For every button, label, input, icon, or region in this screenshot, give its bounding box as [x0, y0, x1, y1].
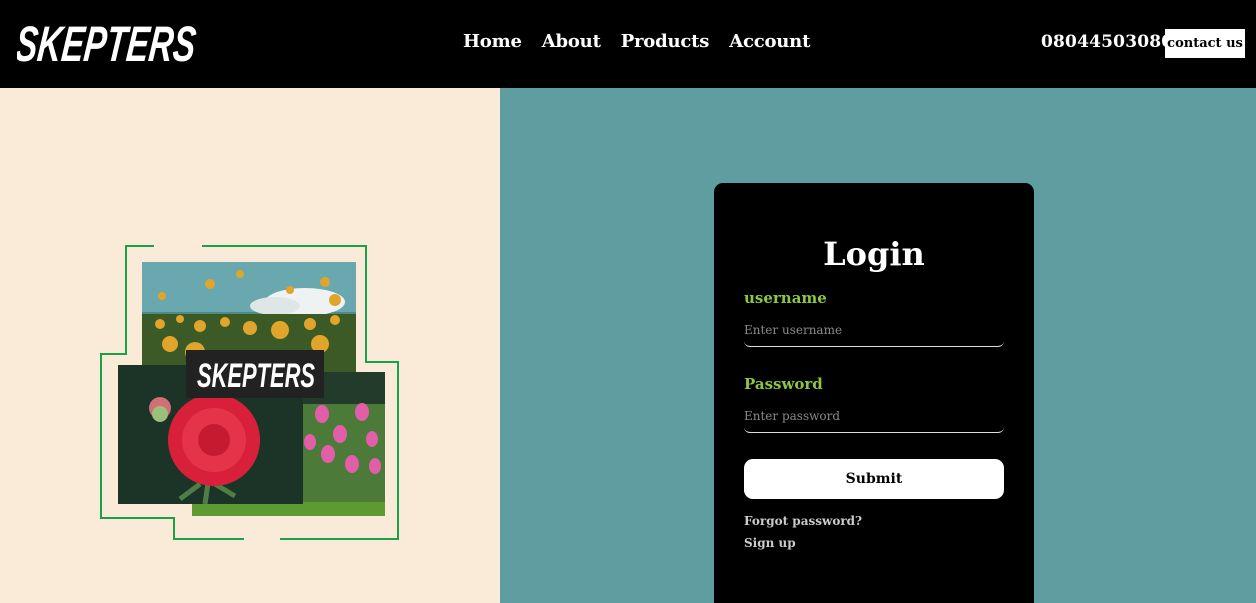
- login-title: Login: [823, 235, 925, 273]
- header: SKEPTERS Home About Products Account 080…: [0, 0, 1256, 88]
- contact-us-button[interactable]: contact us: [1165, 29, 1245, 58]
- nav-account[interactable]: Account: [729, 31, 810, 52]
- login-card: Login username Password Submit Forgot pa…: [714, 183, 1034, 603]
- collage-brand-text: SKEPTERS: [197, 357, 315, 395]
- right-panel: Login username Password Submit Forgot pa…: [500, 88, 1256, 603]
- collage-brand-badge: SKEPTERS: [186, 350, 324, 398]
- brand-logo[interactable]: SKEPTERS: [17, 12, 202, 72]
- left-panel: SKEPTERS: [0, 88, 500, 603]
- username-input[interactable]: [744, 313, 1004, 347]
- nav-products[interactable]: Products: [621, 31, 710, 52]
- submit-button[interactable]: Submit: [744, 459, 1004, 499]
- main-nav: Home About Products Account: [463, 31, 810, 52]
- password-label: Password: [744, 375, 823, 393]
- nav-about[interactable]: About: [542, 31, 601, 52]
- password-input[interactable]: [744, 399, 1004, 433]
- nav-home[interactable]: Home: [463, 31, 522, 52]
- phone-number: 08044503080: [1041, 32, 1174, 52]
- brand-logo-text: SKEPTERS: [17, 16, 199, 72]
- forgot-password-link[interactable]: Forgot password?: [744, 514, 862, 528]
- sign-up-link[interactable]: Sign up: [744, 536, 796, 550]
- flower-collage: SKEPTERS: [100, 245, 399, 540]
- username-label: username: [744, 289, 827, 307]
